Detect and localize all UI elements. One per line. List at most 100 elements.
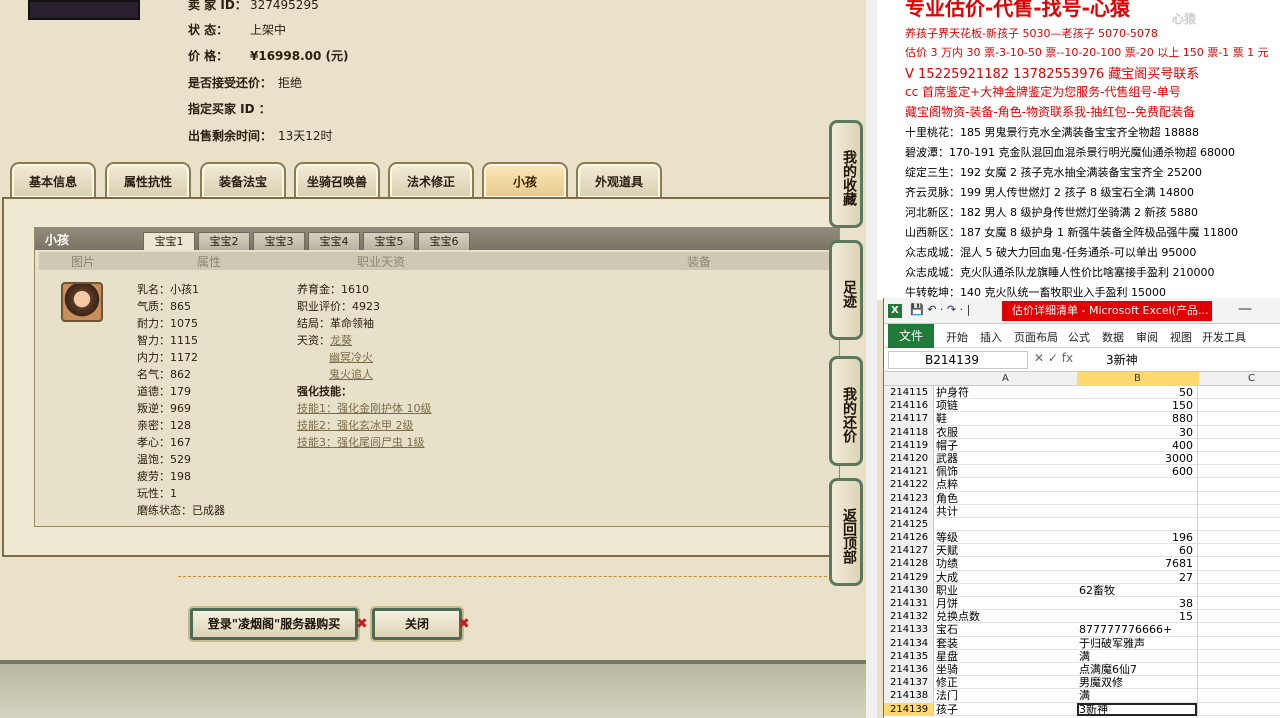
minimize-icon[interactable]: — — [1238, 301, 1252, 317]
baby-tab-3[interactable]: 宝宝3 — [253, 232, 305, 250]
skill-link[interactable]: 技能3：强化尾闾尸虫 1级 — [297, 436, 425, 449]
cell-b[interactable]: 27 — [1077, 571, 1197, 584]
cell-a[interactable]: 坐骑 — [936, 663, 1076, 676]
cell-a[interactable]: 修正 — [936, 676, 1076, 689]
cell-a[interactable]: 天赋 — [936, 544, 1076, 557]
tab-equipment[interactable]: 装备法宝 — [200, 162, 286, 198]
formula-input[interactable]: 3新神 — [1106, 351, 1138, 368]
cell-a[interactable]: 月饼 — [936, 597, 1076, 610]
selected-cell[interactable]: 3新神 — [1077, 702, 1197, 716]
skill-link[interactable]: 技能2：强化玄冰甲 2级 — [297, 419, 414, 432]
cell-a[interactable]: 衣服 — [936, 426, 1076, 439]
cell-b[interactable]: 880 — [1077, 412, 1197, 425]
ribbon-tab-developer[interactable]: 开发工具 — [1202, 329, 1246, 345]
col-header-b[interactable]: B — [1134, 373, 1141, 384]
ribbon-tab-formula[interactable]: 公式 — [1068, 329, 1090, 345]
cell-b[interactable]: 30 — [1077, 426, 1197, 439]
row-number[interactable]: 214133 — [884, 623, 934, 637]
row-number[interactable]: 214134 — [884, 636, 934, 650]
row-number[interactable]: 214139 — [884, 702, 934, 716]
baby-tab-6[interactable]: 宝宝6 — [418, 232, 470, 250]
cell-b[interactable]: 600 — [1077, 465, 1197, 478]
row-number[interactable]: 214138 — [884, 689, 934, 703]
cell-a[interactable]: 武器 — [936, 452, 1076, 465]
close-button[interactable]: 关闭 — [372, 608, 462, 640]
row-number[interactable]: 214132 — [884, 610, 934, 624]
cell-a[interactable]: 共计 — [936, 505, 1076, 518]
cell-b[interactable]: 150 — [1077, 399, 1197, 412]
baby-tab-4[interactable]: 宝宝4 — [308, 232, 360, 250]
ribbon-tab-home[interactable]: 开始 — [946, 329, 968, 345]
cell-b[interactable]: 3000 — [1077, 452, 1197, 465]
cell-a[interactable]: 兑换点数 — [936, 610, 1076, 623]
tab-appearance[interactable]: 外观道具 — [576, 162, 662, 198]
back-to-top-button[interactable]: 返回顶部 — [829, 478, 863, 586]
cell-b[interactable]: 196 — [1077, 531, 1197, 544]
cell-b[interactable]: 38 — [1077, 597, 1197, 610]
row-number[interactable]: 214125 — [884, 517, 934, 532]
cell-a[interactable]: 点粹 — [936, 478, 1076, 491]
row-number[interactable]: 214135 — [884, 649, 934, 663]
row-number[interactable]: 214128 — [884, 557, 934, 571]
row-number[interactable]: 214124 — [884, 504, 934, 518]
tab-children[interactable]: 小孩 — [482, 162, 568, 198]
ribbon-tab-layout[interactable]: 页面布局 — [1014, 329, 1058, 345]
cell-a[interactable]: 项链 — [936, 399, 1076, 412]
tab-attributes[interactable]: 属性抗性 — [105, 162, 191, 198]
row-number[interactable]: 214122 — [884, 478, 934, 492]
baby-tab-2[interactable]: 宝宝2 — [198, 232, 250, 250]
row-number[interactable]: 214136 — [884, 662, 934, 677]
cell-b[interactable]: 7681 — [1077, 557, 1197, 570]
cell-a[interactable]: 星盘 — [936, 650, 1076, 663]
my-favorites-button[interactable]: 我的收藏 — [829, 120, 863, 228]
cell-b[interactable]: 60 — [1077, 544, 1197, 557]
cell-a[interactable]: 职业 — [936, 584, 1076, 597]
talent-link[interactable]: 鬼火追人 — [329, 368, 373, 381]
row-number[interactable]: 214120 — [884, 451, 934, 466]
skill-link[interactable]: 技能1：强化金刚护体 10级 — [297, 402, 432, 415]
row-number[interactable]: 214131 — [884, 597, 934, 611]
cell-a[interactable]: 大成 — [936, 571, 1076, 584]
talent-link[interactable]: 幽冥冷火 — [329, 351, 373, 364]
cell-a[interactable]: 护身符 — [936, 386, 1076, 399]
row-number[interactable]: 214119 — [884, 438, 934, 452]
row-number[interactable]: 214116 — [884, 399, 934, 413]
row-number[interactable]: 214137 — [884, 676, 934, 690]
cell-b[interactable]: 满 — [1077, 650, 1197, 663]
my-bargain-button[interactable]: 我的还价 — [829, 356, 863, 466]
cell-a[interactable]: 鞋 — [936, 412, 1076, 425]
cell-b[interactable]: 点满魔6仙7 — [1077, 663, 1197, 676]
tab-mounts-pets[interactable]: 坐骑召唤兽 — [294, 162, 380, 198]
cell-a[interactable]: 宝石 — [936, 623, 1076, 636]
cell-b[interactable]: 400 — [1077, 439, 1197, 452]
server-buy-button[interactable]: 登录"凌烟阁"服务器购买 — [190, 608, 358, 640]
tab-basic-info[interactable]: 基本信息 — [10, 162, 96, 198]
ribbon-tab-file[interactable]: 文件 — [888, 324, 934, 348]
cell-a[interactable]: 法门 — [936, 689, 1076, 702]
ribbon-tab-insert[interactable]: 插入 — [980, 329, 1002, 345]
row-number[interactable]: 214115 — [884, 386, 934, 400]
row-number[interactable]: 214118 — [884, 425, 934, 439]
name-box[interactable]: B214139 — [888, 351, 1028, 369]
cell-a[interactable]: 帽子 — [936, 439, 1076, 452]
row-number[interactable]: 214130 — [884, 583, 934, 597]
baby-tab-5[interactable]: 宝宝5 — [363, 232, 415, 250]
cell-a[interactable]: 等级 — [936, 531, 1076, 544]
cell-a[interactable]: 功绩 — [936, 557, 1076, 570]
ribbon-tab-data[interactable]: 数据 — [1102, 329, 1124, 345]
cell-a[interactable]: 套装 — [936, 637, 1076, 650]
row-number[interactable]: 214121 — [884, 465, 934, 479]
cell-b[interactable]: 男魔双修 — [1077, 676, 1197, 689]
col-header-c[interactable]: C — [1248, 373, 1255, 384]
row-number[interactable]: 214129 — [884, 570, 934, 584]
cell-b[interactable]: 满 — [1077, 689, 1197, 702]
cell-a[interactable]: 佩饰 — [936, 465, 1076, 478]
row-number[interactable]: 214127 — [884, 544, 934, 558]
formula-icons[interactable]: ✕ ✓ fx — [1034, 351, 1073, 365]
talent-link[interactable]: 龙葵 — [330, 334, 352, 347]
col-header-a[interactable]: A — [1002, 373, 1009, 384]
row-number[interactable]: 214126 — [884, 531, 934, 545]
cell-b[interactable]: 877777776666+ — [1077, 623, 1197, 636]
cell-b[interactable]: 于归破军雅声 — [1077, 637, 1197, 650]
row-number[interactable]: 214117 — [884, 412, 934, 426]
